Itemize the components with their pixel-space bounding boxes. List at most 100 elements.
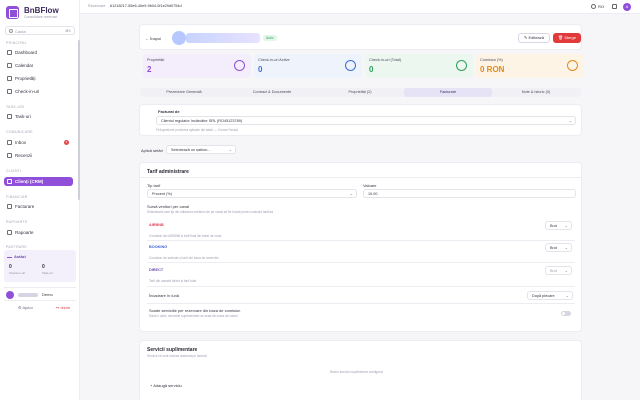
logout-button[interactable]: ↦ Ieșire — [56, 305, 70, 310]
delete-button[interactable]: 🗑 Șterge — [553, 33, 581, 43]
stat-commission: Comision (%) 0 RON — [476, 54, 584, 78]
tab-properties[interactable]: Proprietăți (2) — [316, 88, 404, 97]
divider — [147, 303, 575, 304]
client-avatar — [172, 31, 186, 45]
stat-total-checkins: Check-in-uri (Total) 0 — [365, 54, 473, 78]
divider — [147, 240, 575, 241]
trend-up-icon — [456, 60, 467, 71]
logo-icon — [6, 6, 19, 19]
channel-direct-select[interactable]: Brut ⌄ — [545, 266, 572, 275]
sidebar-item-checkins[interactable]: Check-in-uri — [4, 87, 73, 96]
home-icon — [7, 50, 12, 55]
tariff-type-label: Tip tarif — [147, 183, 161, 188]
sidebar-item-billing[interactable]: Facturare — [4, 202, 73, 211]
apply-settings-select[interactable]: Selectează un șablon... ⌄ — [166, 145, 236, 154]
revenue-source-label: Sursă venituri per canal — [147, 204, 190, 209]
stat-properties: Proprietăți 2 — [143, 54, 251, 78]
channel-booking-label: BOOKING — [149, 245, 168, 249]
user-name: Demo — [42, 292, 53, 297]
revenue-source-hint: Selectează care tip din utilizarea venit… — [147, 210, 274, 214]
user-profile[interactable]: Demo — [4, 287, 76, 301]
tariff-value-input[interactable]: 10.00 — [363, 189, 576, 198]
billed-by-value: Clientul regulator încărcător SRL (RO451… — [161, 119, 243, 123]
section-financial: FINANCIAR — [6, 195, 28, 199]
channel-booking-select[interactable]: Brut ⌄ — [545, 243, 572, 252]
sidebar-scrollbar[interactable] — [78, 40, 80, 200]
back-button[interactable]: ← Înapoi — [145, 36, 161, 41]
channel-airbnb-hint: Comision din AIRBNB și tarif final din t… — [149, 234, 222, 238]
globe-icon[interactable] — [591, 4, 596, 9]
divider — [147, 262, 575, 263]
help-button[interactable]: ⚙ Ajutor — [18, 305, 33, 310]
sidebar-item-dashboard[interactable]: Dashboard — [4, 48, 73, 57]
tariff-type-select[interactable]: Procent (%) ⌄ — [147, 189, 357, 198]
stat-properties-value: 2 — [147, 65, 152, 74]
chevron-down-icon: ⌄ — [568, 118, 572, 123]
tab-notes[interactable]: Note & Istoric (0) — [492, 88, 580, 97]
bell-icon[interactable] — [612, 4, 617, 9]
sidebar-item-calendar[interactable]: Calendar — [4, 61, 73, 70]
section-communication: COMUNICARE — [6, 130, 33, 134]
tariff-type-value: Procent (%) — [152, 192, 173, 196]
billed-by-label: Facturat de — [158, 109, 180, 114]
channel-booking-hint: Comision de selecție și tarif din baza d… — [149, 256, 219, 260]
sidebar-item-inbox[interactable]: Inbox 3 — [4, 138, 73, 147]
tab-billing[interactable]: Facturare — [404, 88, 492, 97]
tariff-title: Tarif administrare — [147, 169, 189, 175]
chevron-down-icon: ⌄ — [564, 268, 568, 273]
tariff-card — [139, 162, 582, 332]
billed-by-hint: Firă gestiune proforma aplicate din tabe… — [156, 128, 239, 132]
sidebar-item-tasks[interactable]: Task-uri — [4, 112, 73, 121]
help-label: Ajutor — [22, 305, 33, 310]
record-id: 61218217-55e6-40e9-9b04-0f1e29d0754d — [110, 4, 182, 8]
add-service-button[interactable]: + Adaugă serviciu — [150, 383, 182, 388]
logout-label: Ieșire — [60, 305, 71, 310]
language-selector[interactable]: RO — [598, 4, 604, 9]
chevron-down-icon: ⌄ — [564, 223, 568, 228]
section-reports: RAPOARTE — [6, 220, 28, 224]
activity-checkins-value: 0 — [9, 264, 12, 270]
deduct-services-label: Scade serviciile per rezervare din baza … — [149, 308, 241, 313]
tab-bar: Prezentare Generală Contract & Documente… — [140, 88, 581, 97]
search-icon — [9, 29, 13, 33]
clock-icon — [345, 60, 356, 71]
inbox-icon — [7, 140, 12, 145]
tariff-value-label: Valoare — [363, 183, 377, 188]
channel-booking-value: Brut — [550, 246, 557, 250]
services-hint: Servicii ce sunt incluse automat pe fact… — [147, 354, 207, 358]
tab-contract[interactable]: Contract & Documente — [228, 88, 316, 97]
trend-icon — [7, 254, 12, 258]
month-allocation-select[interactable]: După plecare ⌄ — [527, 291, 573, 300]
add-service-label: Adaugă serviciu — [153, 383, 182, 388]
sidebar-item-reviews[interactable]: Recenzii — [4, 151, 73, 160]
channel-direct-label: DIRECT — [149, 268, 164, 272]
back-label: Înapoi — [150, 36, 162, 41]
edit-button[interactable]: ✎ Editează — [518, 33, 550, 43]
deduct-services-toggle[interactable] — [561, 311, 571, 316]
stat-active-value: 0 — [258, 65, 263, 74]
sidebar-item-reports[interactable]: Rapoarte — [4, 228, 73, 237]
building-icon — [7, 76, 12, 81]
users-icon — [7, 179, 12, 184]
channel-airbnb-select[interactable]: Brut ⌄ — [545, 221, 572, 230]
account-avatar[interactable]: A — [623, 3, 631, 11]
avatar — [6, 291, 14, 299]
calendar-icon — [7, 63, 12, 68]
checklist-icon — [7, 114, 12, 119]
deduct-services-hint: Dacă e activ, serviciile suplimentare se… — [149, 314, 238, 318]
tariff-value: 10.00 — [368, 192, 378, 196]
edit-label: Editează — [528, 35, 545, 40]
divider — [140, 177, 581, 178]
activity-checkins-label: Check-in-uri — [9, 271, 26, 275]
inbox-badge: 3 — [64, 140, 69, 145]
chart-icon — [7, 230, 12, 235]
sidebar-item-properties[interactable]: Proprietăți — [4, 74, 73, 83]
channel-direct-value: Brut — [550, 269, 557, 273]
tab-overview[interactable]: Prezentare Generală — [140, 88, 228, 97]
channel-direct-hint: Tarif din canalul direct și tarif total — [149, 279, 197, 283]
billed-by-select[interactable]: Clientul regulator încărcător SRL (RO451… — [156, 116, 576, 125]
month-allocation-label: Încadrare în lună — [149, 293, 180, 298]
stat-properties-label: Proprietăți — [147, 58, 165, 62]
search-input[interactable]: Cauta ⌘K — [5, 26, 75, 35]
sidebar-item-clients[interactable]: Clienți (CRM) — [4, 177, 73, 186]
